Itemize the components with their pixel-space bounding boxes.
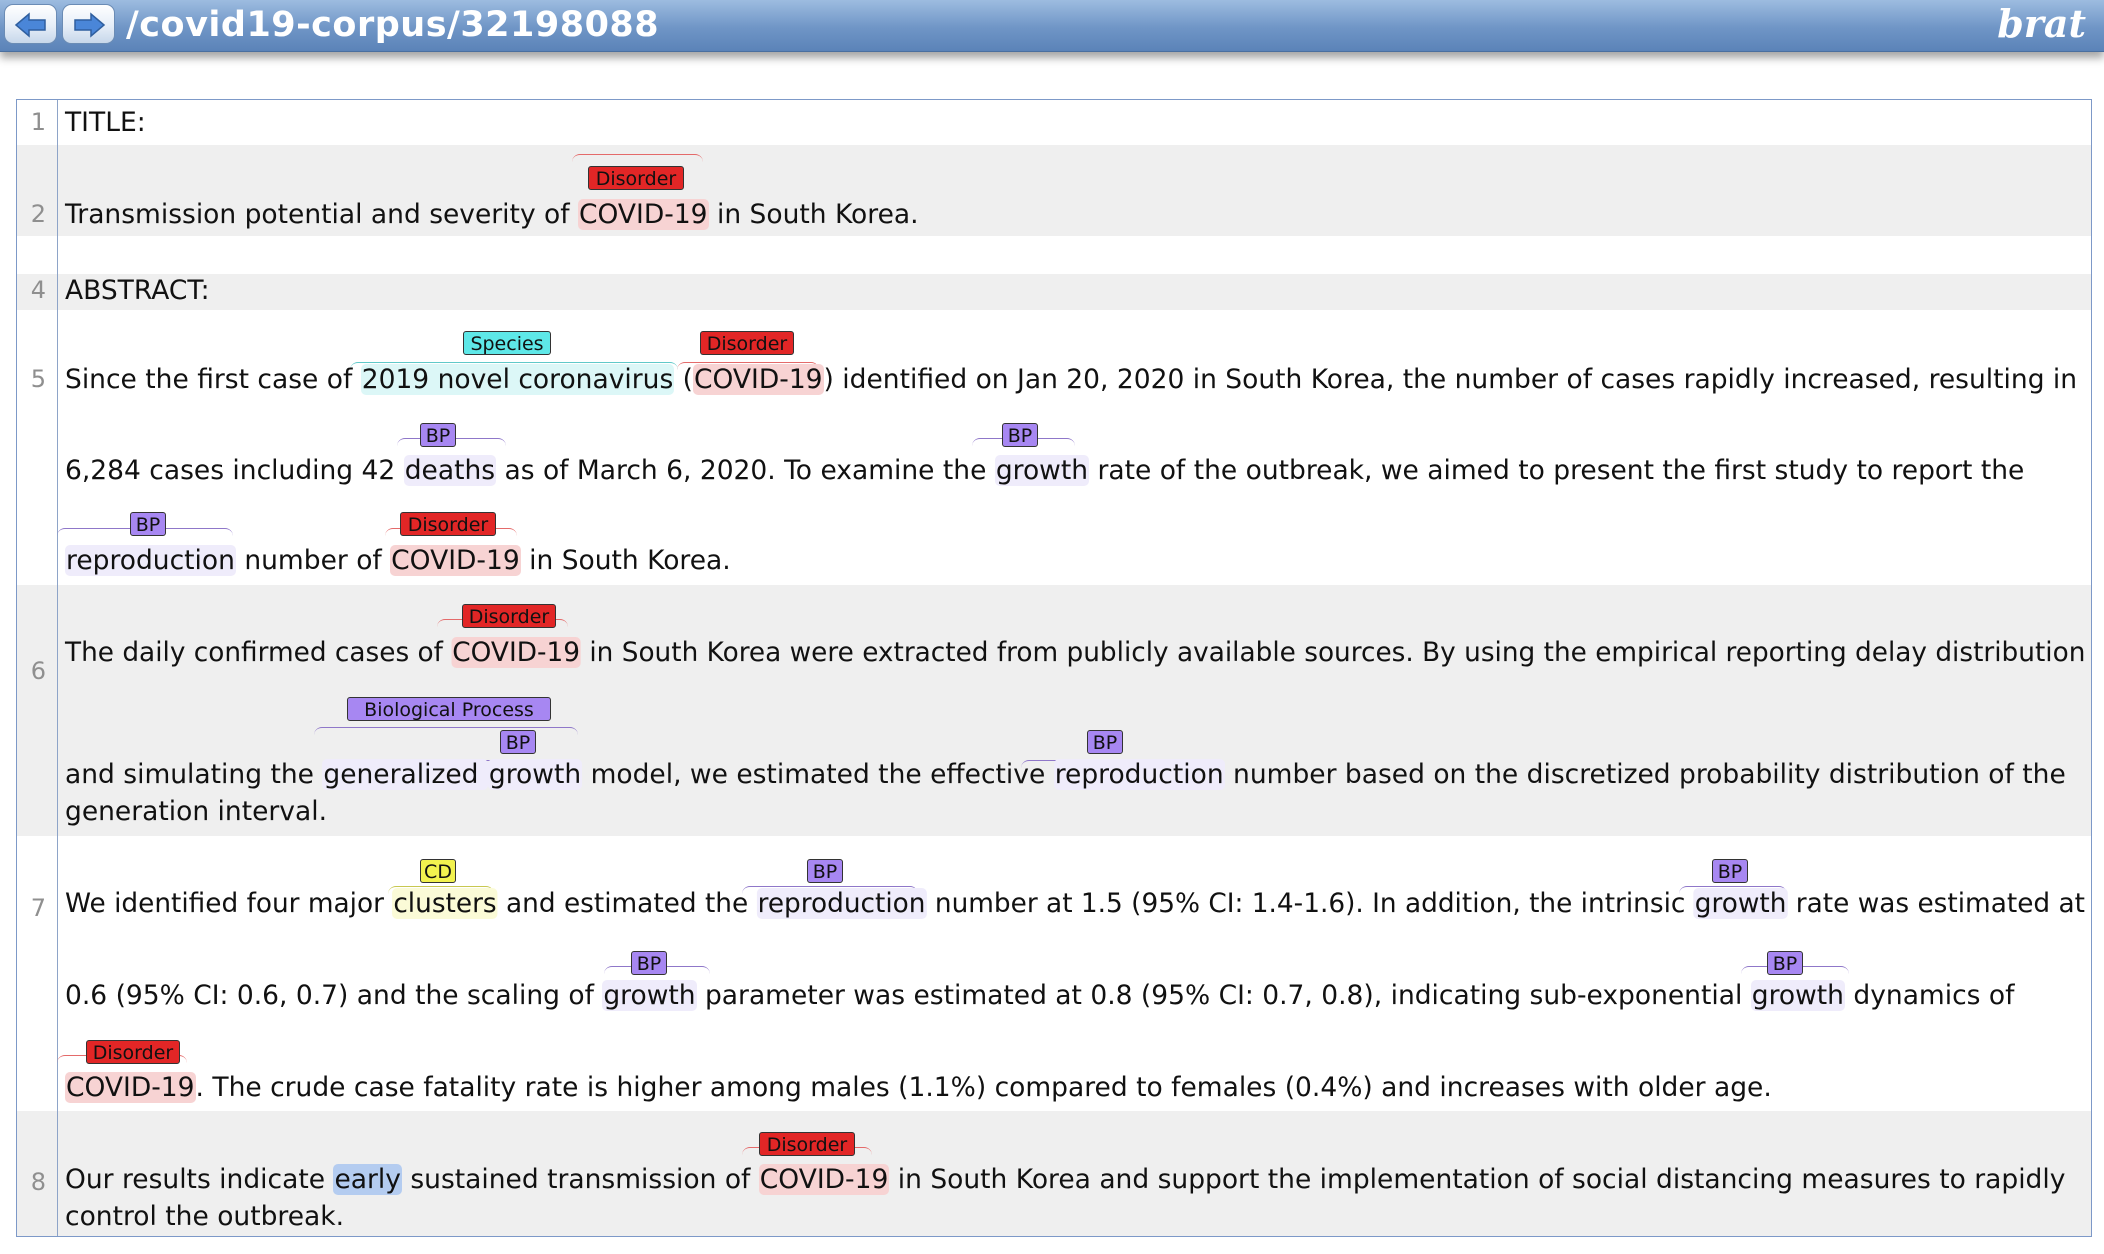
annotation-label-disorder[interactable]: Disorder xyxy=(700,331,794,355)
text-span: Transmission potential and severity of xyxy=(65,199,579,230)
entity-bp[interactable]: reproduction xyxy=(65,545,236,576)
doc-line-5b: 6,284 cases including 42 deaths as of Ma… xyxy=(65,454,2024,488)
text-span: ( xyxy=(674,364,694,395)
annotation-brace xyxy=(314,727,578,739)
annotation-label-disorder[interactable]: Disorder xyxy=(588,166,684,190)
entity-bp[interactable]: growth xyxy=(487,759,583,790)
annotation-label-bp[interactable]: BP xyxy=(130,512,166,536)
sentence-row-3 xyxy=(17,236,2091,274)
text-span: as of March 6, 2020. To examine the xyxy=(496,455,995,486)
selected-text[interactable]: early xyxy=(333,1164,402,1195)
annotation-label-cd[interactable]: CD xyxy=(420,859,456,883)
text-span: . The crude case fatality rate is higher… xyxy=(195,1072,1772,1103)
back-button[interactable] xyxy=(4,4,57,44)
doc-line-6a: The daily confirmed cases of COVID-19 in… xyxy=(65,636,2085,670)
annotation-label-bp[interactable]: BP xyxy=(1767,951,1803,975)
entity-bp[interactable]: deaths xyxy=(403,455,497,486)
entity-bp[interactable]: growth xyxy=(994,455,1090,486)
doc-line-7a: We identified four major clusters and es… xyxy=(65,887,2085,921)
right-arrow-icon xyxy=(74,12,106,38)
line-number: 6 xyxy=(30,657,46,685)
header-bar: /covid19-corpus/32198088 brat xyxy=(0,0,2104,52)
text-span: 0.6 (95% CI: 0.6, 0.7) and the scaling o… xyxy=(65,980,603,1011)
text-span: We identified four major xyxy=(65,888,393,919)
entity-disorder[interactable]: COVID-19 xyxy=(758,1164,890,1195)
annotation-label-bp[interactable]: BP xyxy=(1002,423,1038,447)
doc-line-6b: and simulating the generalized growth mo… xyxy=(65,758,2066,792)
doc-line-8a: Our results indicate early sustained tra… xyxy=(65,1163,2065,1197)
doc-line-abstract: ABSTRACT: xyxy=(65,275,210,306)
annotation-document: 1 2 4 5 6 7 8 Disorder Species Disorder … xyxy=(16,99,2092,1237)
annotation-brace xyxy=(572,154,703,166)
text-span: number at 1.5 (95% CI: 1.4-1.6). In addi… xyxy=(926,888,1694,919)
doc-line-title: TITLE: xyxy=(65,107,146,138)
text-span: in South Korea were extracted from publi… xyxy=(580,637,2086,668)
annotation-label-disorder[interactable]: Disorder xyxy=(759,1132,855,1156)
line-number: 4 xyxy=(30,276,46,304)
entity-bp[interactable]: growth xyxy=(602,980,697,1011)
entity-disorder[interactable]: COVID-19 xyxy=(578,199,709,230)
annotation-label-biological-process[interactable]: Biological Process xyxy=(347,697,551,721)
text-span: parameter was estimated at 0.8 (95% CI: … xyxy=(696,980,1751,1011)
text-span: Our results indicate xyxy=(65,1164,334,1195)
annotation-label-bp[interactable]: BP xyxy=(500,730,536,754)
line-number: 5 xyxy=(30,365,46,393)
entity-disorder[interactable]: COVID-19 xyxy=(65,1072,196,1103)
text-span: number based on the discretized probabil… xyxy=(1224,759,2066,790)
text-span: Since the first case of xyxy=(65,364,361,395)
annotation-label-species[interactable]: Species xyxy=(463,331,551,355)
annotation-label-bp[interactable]: BP xyxy=(807,859,843,883)
entity-species[interactable]: 2019 novel coronavirus xyxy=(360,364,675,395)
line-number: 2 xyxy=(30,200,46,228)
brat-logo: brat xyxy=(1997,1,2086,46)
doc-line-5c: reproduction number of COVID-19 in South… xyxy=(65,544,731,578)
annotation-label-disorder[interactable]: Disorder xyxy=(462,604,556,628)
entity-disorder[interactable]: COVID-19 xyxy=(693,364,824,395)
annotation-label-disorder[interactable]: Disorder xyxy=(400,512,496,536)
left-arrow-icon xyxy=(14,12,46,38)
annotation-label-bp[interactable]: BP xyxy=(631,951,667,975)
document-path[interactable]: /covid19-corpus/32198088 xyxy=(126,4,659,46)
line-number: 8 xyxy=(30,1168,46,1196)
forward-button[interactable] xyxy=(62,4,115,44)
text-span: in South Korea and support the implement… xyxy=(889,1164,2066,1195)
doc-line-2: Transmission potential and severity of C… xyxy=(65,198,919,232)
doc-line-8b: control the outbreak. xyxy=(65,1201,345,1232)
text-span: 6,284 cases including 42 xyxy=(65,455,404,486)
text-span: ) identified on Jan 20, 2020 in South Ko… xyxy=(823,364,2078,395)
entity-biological-process[interactable]: generalized xyxy=(322,759,488,790)
line-number: 7 xyxy=(30,894,46,922)
text-span: and simulating the xyxy=(65,759,323,790)
entity-bp[interactable]: growth xyxy=(1693,888,1788,919)
doc-line-7b: 0.6 (95% CI: 0.6, 0.7) and the scaling o… xyxy=(65,979,2014,1013)
entity-bp[interactable]: growth xyxy=(1750,980,1845,1011)
entity-cd[interactable]: clusters xyxy=(392,888,498,919)
text-span: in South Korea. xyxy=(708,199,919,230)
text-span: The daily confirmed cases of xyxy=(65,637,452,668)
text-span: rate was estimated at xyxy=(1787,888,2085,919)
doc-line-7c: COVID-19. The crude case fatality rate i… xyxy=(65,1071,1772,1105)
sentence-row-6 xyxy=(17,585,2091,836)
sentence-row-1 xyxy=(17,100,2091,145)
text-span: rate of the outbreak, we aimed to presen… xyxy=(1089,455,2025,486)
doc-line-5a: Since the first case of 2019 novel coron… xyxy=(65,363,2077,397)
annotation-label-bp[interactable]: BP xyxy=(1087,730,1123,754)
entity-bp[interactable]: reproduction xyxy=(756,888,927,919)
entity-bp[interactable]: reproduction xyxy=(1053,759,1225,790)
annotation-label-disorder[interactable]: Disorder xyxy=(86,1040,180,1064)
text-span: model, we estimated the effective xyxy=(582,759,1054,790)
text-span: number of xyxy=(235,545,391,576)
sentence-row-4 xyxy=(17,274,2091,310)
doc-line-6c: generation interval. xyxy=(65,796,327,827)
line-number: 1 xyxy=(30,108,46,136)
annotation-label-bp[interactable]: BP xyxy=(1712,859,1748,883)
text-span: in South Korea. xyxy=(520,545,731,576)
text-span: sustained transmission of xyxy=(401,1164,759,1195)
entity-disorder[interactable]: COVID-19 xyxy=(451,637,581,668)
entity-disorder[interactable]: COVID-19 xyxy=(390,545,521,576)
text-span: dynamics of xyxy=(1844,980,2015,1011)
text-span: and estimated the xyxy=(497,888,757,919)
annotation-label-bp[interactable]: BP xyxy=(420,423,456,447)
